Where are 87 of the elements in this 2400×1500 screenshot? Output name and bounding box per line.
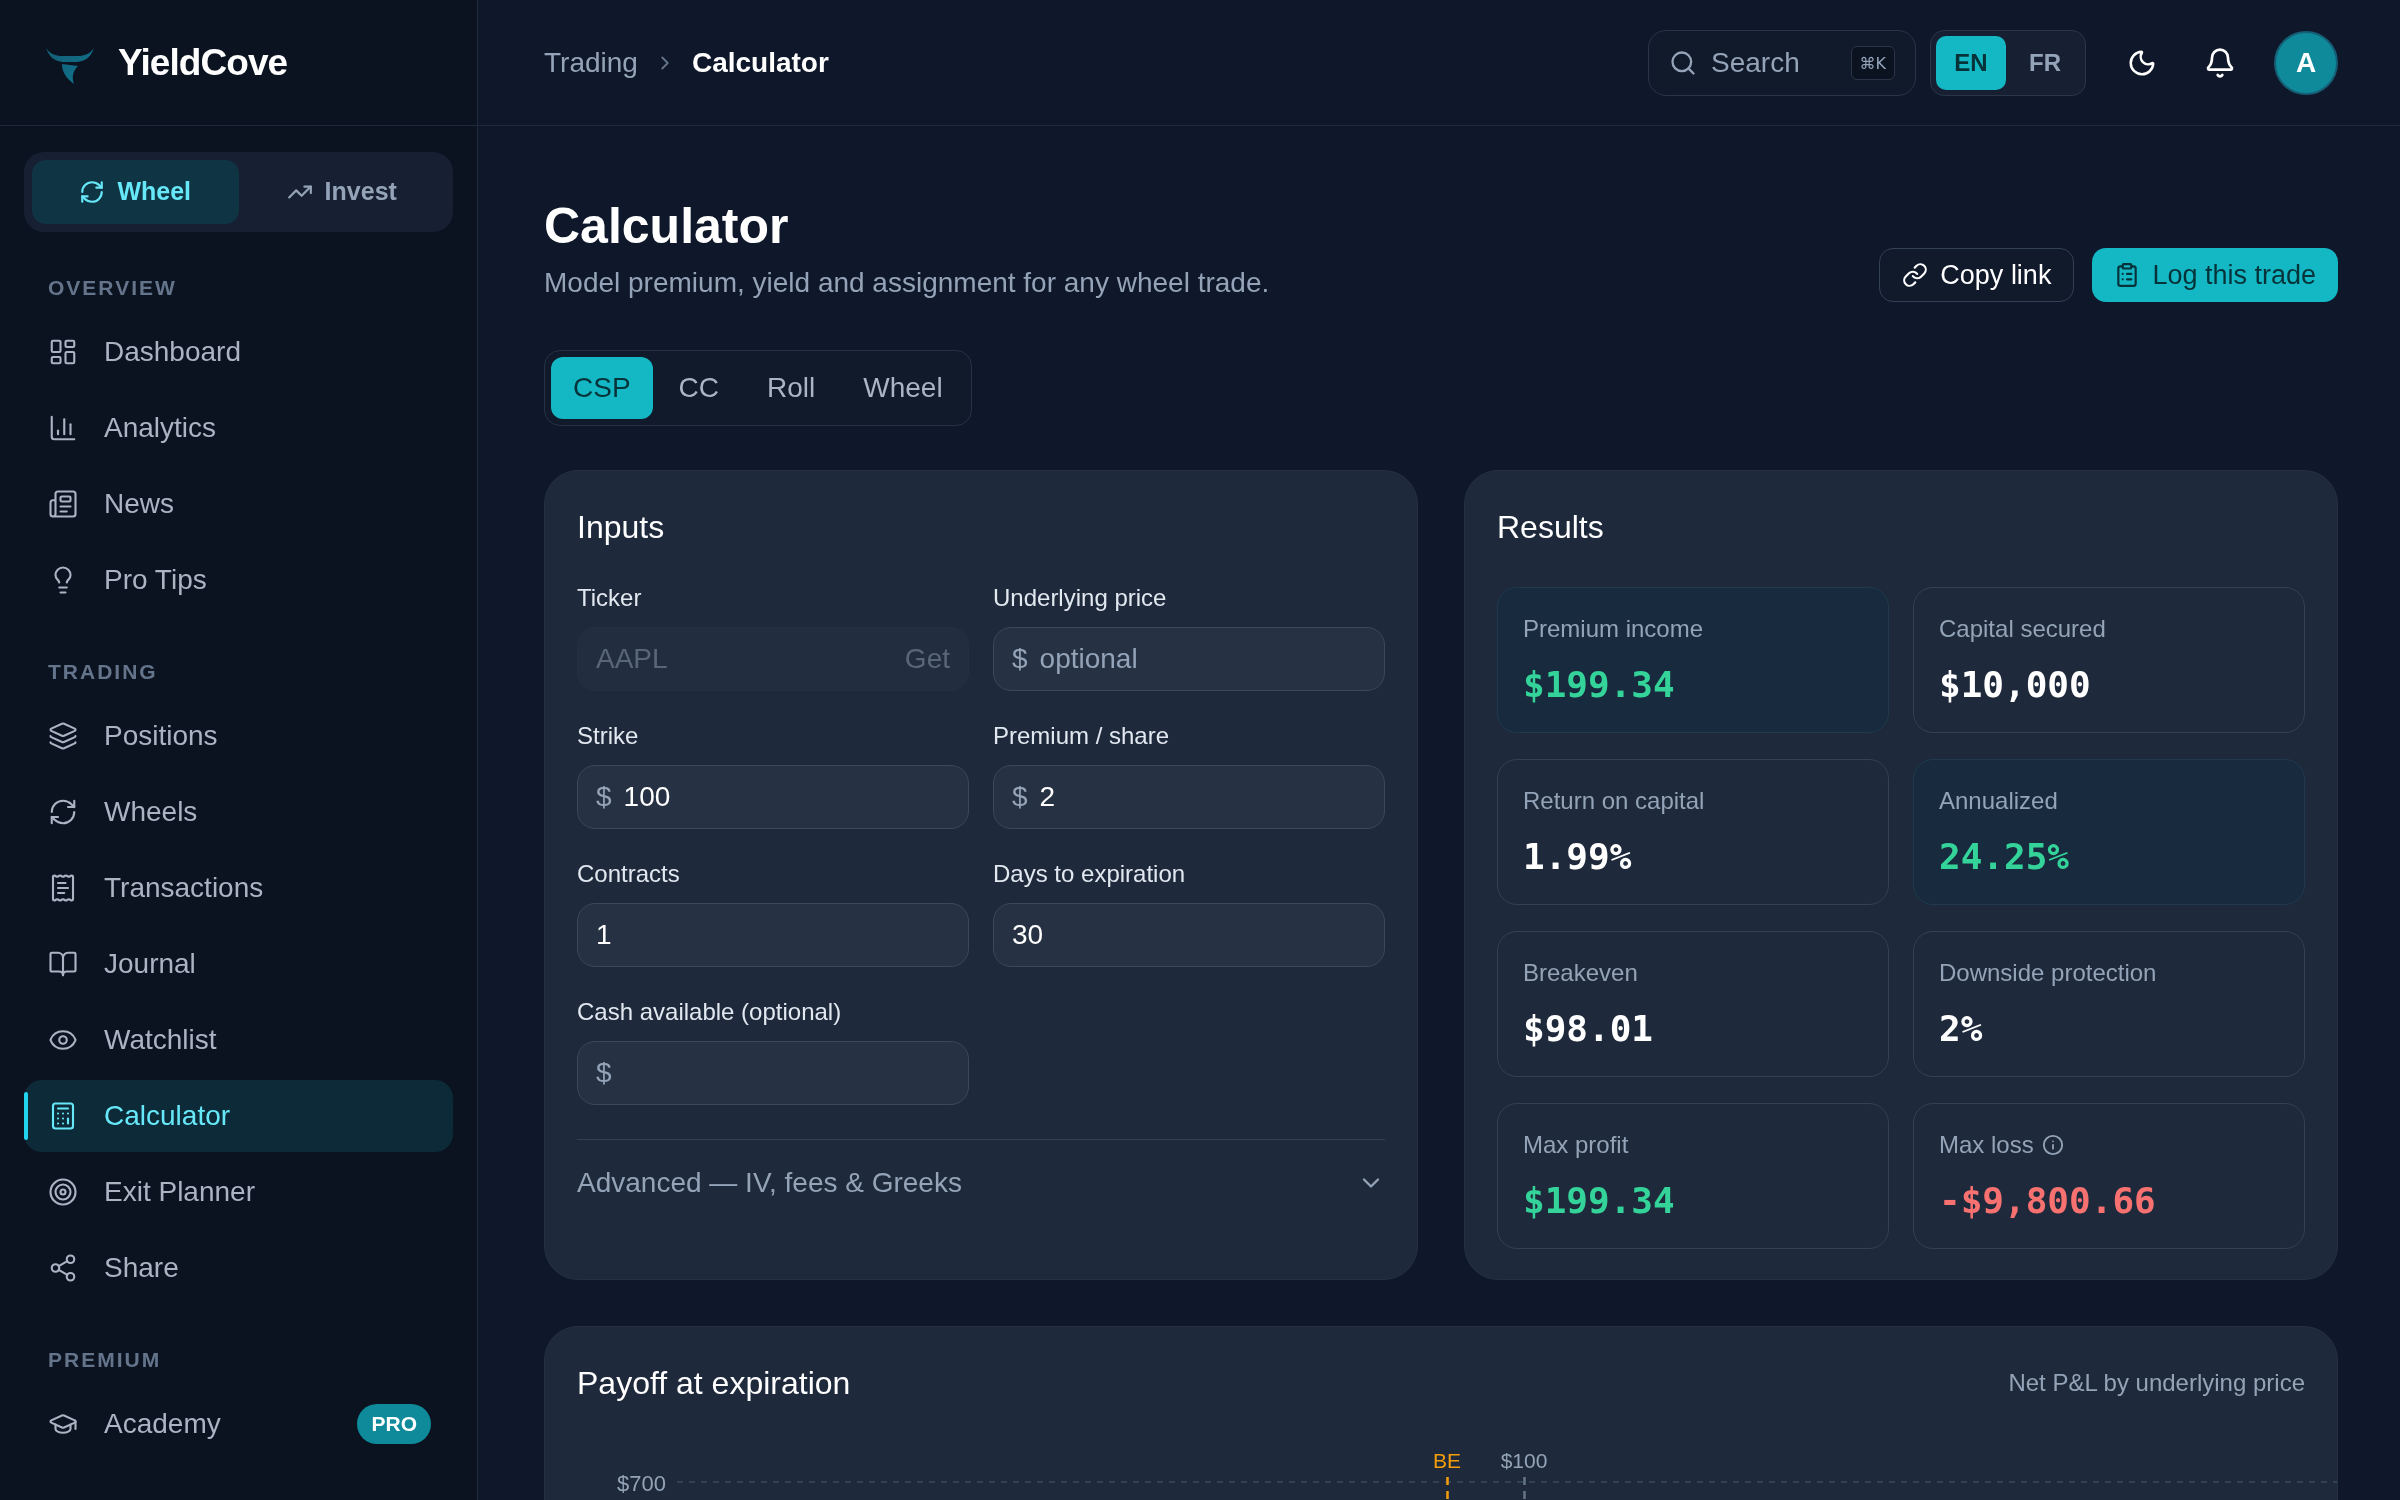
metric-value: 1.99% — [1523, 835, 1633, 879]
input-field[interactable]: 30 — [993, 903, 1385, 967]
field-label: Strike — [577, 721, 640, 751]
language-option[interactable]: EN — [1936, 35, 2006, 90]
link-icon — [1902, 262, 1929, 288]
input-field[interactable]: $ 2 — [993, 765, 1385, 829]
nav-item[interactable]: Academy PRO — [24, 1388, 453, 1460]
metric-value: $10,000 — [1939, 663, 2092, 707]
nav-item[interactable]: Dashboard — [24, 316, 453, 388]
input-field[interactable]: 1 — [577, 903, 969, 967]
search-field[interactable]: Search ⌘K — [1648, 29, 1916, 96]
metric-label: Capital secured — [1939, 614, 2106, 644]
nav-item[interactable]: Positions — [24, 700, 453, 772]
metric-label: Max loss — [1939, 1130, 2034, 1160]
nav-item[interactable]: Calculator — [24, 1080, 453, 1152]
card-title: Results — [1497, 508, 1605, 547]
metric-label: Annualized — [1939, 786, 2058, 816]
newspaper-icon — [48, 489, 78, 519]
breadcrumb-current: Calculator — [691, 45, 829, 80]
metric-label: Premium income — [1523, 614, 1704, 644]
nav-item[interactable]: Journal — [24, 928, 453, 1000]
refresh-icon — [48, 797, 78, 827]
info-icon[interactable] — [2041, 1134, 2064, 1156]
metric-value: $199.34 — [1523, 663, 1676, 707]
book-icon — [48, 949, 78, 979]
card-title: Payoff at expiration — [577, 1364, 851, 1403]
page-subtitle: Model premium, yield and assignment for any wheel trade. — [544, 266, 1270, 300]
section-heading: OVERVIEW — [47, 276, 178, 300]
tab[interactable]: CSP — [551, 357, 653, 419]
nav-item[interactable]: Analytics — [24, 392, 453, 464]
nav-item[interactable]: News — [24, 468, 453, 540]
bar-chart-icon — [48, 413, 78, 443]
metric-value: $98.01 — [1523, 1007, 1655, 1051]
card-title: Inputs — [577, 508, 666, 547]
y-axis-label: $700 — [617, 1470, 666, 1498]
section-heading: PREMIUM — [47, 1348, 163, 1372]
active-indicator — [24, 1092, 28, 1140]
field-label: Premium / share — [993, 721, 1171, 751]
metric-value: $199.34 — [1523, 1179, 1676, 1223]
copy-link-button[interactable]: Copy link — [1879, 248, 2075, 302]
metric-value: 2% — [1939, 1007, 1984, 1051]
input-field[interactable]: $ 100 — [577, 765, 969, 829]
nav-item[interactable]: Watchlist — [24, 1004, 453, 1076]
nav-item[interactable]: Exit Planner — [24, 1156, 453, 1228]
shortcut-hint: ⌘K — [1850, 45, 1895, 80]
metric-label: Return on capital — [1523, 786, 1705, 816]
log-trade-button[interactable]: Log this trade — [2092, 248, 2338, 302]
nav-item[interactable]: Transactions — [24, 852, 453, 924]
field-label: Ticker — [577, 583, 643, 613]
mode-tab[interactable]: Invest — [238, 160, 445, 224]
mode-tab[interactable]: Wheel — [32, 160, 239, 224]
breadcrumb-link[interactable]: Trading — [544, 41, 638, 84]
metric-value: -$9,800.66 — [1939, 1179, 2157, 1223]
field-label: Underlying price — [993, 583, 1168, 613]
nav-item[interactable]: Wheels — [24, 776, 453, 848]
metric-label: Breakeven — [1523, 958, 1638, 988]
field-label: Days to expiration — [993, 859, 1187, 889]
section-heading: TRADING — [47, 660, 159, 684]
search-icon — [1669, 48, 1697, 77]
tab[interactable]: Roll — [745, 357, 838, 419]
refresh-icon — [79, 179, 106, 205]
metric-label: Max profit — [1523, 1130, 1629, 1160]
tab[interactable]: Wheel — [841, 357, 965, 419]
pro-badge: PRO — [357, 1404, 431, 1444]
nav-item[interactable]: Share — [24, 1232, 453, 1304]
layers-icon — [48, 721, 78, 751]
input-field[interactable]: $ — [577, 1041, 969, 1105]
dashboard-icon — [48, 337, 78, 367]
nav-item[interactable]: Pro Tips — [24, 544, 453, 616]
metric-value: 24.25% — [1939, 835, 2071, 879]
field-label: Contracts — [577, 859, 681, 889]
brand-name: YieldCove — [118, 40, 288, 85]
advanced-toggle[interactable]: Advanced — IV, fees & Greeks — [577, 1162, 1385, 1204]
user-avatar[interactable]: A — [2274, 30, 2338, 95]
language-option[interactable]: FR — [2010, 35, 2080, 90]
share-icon — [48, 1253, 78, 1283]
chart-caption: Net P&L by underlying price — [2008, 1368, 2305, 1398]
tab[interactable]: CC — [656, 357, 742, 419]
field-label: Cash available (optional) — [577, 997, 843, 1027]
search-placeholder: Search — [1711, 45, 1801, 80]
marker-label: $100 — [1500, 1448, 1548, 1474]
metric-label: Downside protection — [1939, 958, 2157, 988]
page-title: Calculator — [544, 197, 790, 256]
marker-label: BE — [1433, 1448, 1461, 1474]
input-field[interactable]: $ optional — [993, 627, 1385, 691]
target-icon — [48, 1177, 78, 1207]
bell-icon — [2204, 46, 2236, 79]
